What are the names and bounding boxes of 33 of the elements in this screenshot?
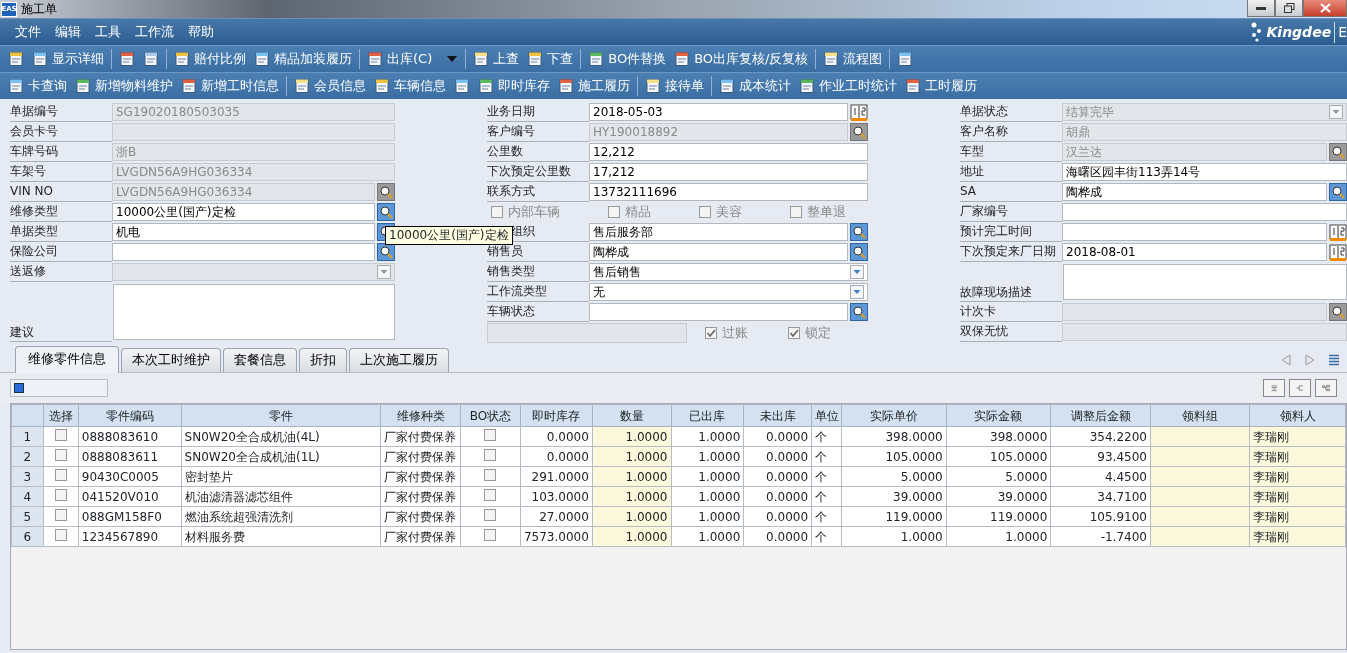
brand-suffix: E	[1334, 21, 1347, 43]
column-header: 单位	[811, 404, 842, 427]
checkbox-label: 美容	[716, 202, 742, 221]
row-number: 6	[11, 526, 44, 547]
field-label: 建议	[10, 282, 112, 342]
column-header: 领料组	[1150, 404, 1250, 427]
row-number: 5	[11, 506, 44, 527]
window-title: 施工单	[21, 1, 57, 18]
field-label: 故障现场描述	[960, 262, 1062, 302]
row-number: 3	[11, 466, 44, 487]
column-header: 实际单价	[841, 404, 947, 427]
column-header: 零件编码	[78, 404, 182, 427]
column-header: 选择	[43, 404, 79, 427]
row-number: 4	[11, 486, 44, 507]
column-header: 领料人	[1249, 404, 1346, 427]
column-header: 调整后金额	[1050, 404, 1151, 427]
column-header: 零件	[181, 404, 381, 427]
column-header: 未出库	[743, 404, 812, 427]
column-header: 维修种类	[380, 404, 461, 427]
column-header: BO状态	[460, 404, 521, 427]
column-header: 即时库存	[520, 404, 593, 427]
brand-name: Kingdee	[1266, 22, 1332, 42]
checkbox-label: 锁定	[805, 323, 831, 342]
row-number: 2	[11, 446, 44, 467]
checkbox-label: 精品	[625, 202, 651, 221]
checkbox-label: 过账	[722, 323, 748, 342]
row-number: 1	[11, 426, 44, 447]
column-header: 已出库	[671, 404, 744, 427]
column-header: 实际金额	[946, 404, 1051, 427]
checkbox-label: 整单退	[807, 202, 846, 221]
tooltip: 10000公里(国产)定检	[385, 226, 513, 245]
checkbox-label: 内部车辆	[508, 202, 560, 221]
column-header: 数量	[592, 404, 671, 427]
